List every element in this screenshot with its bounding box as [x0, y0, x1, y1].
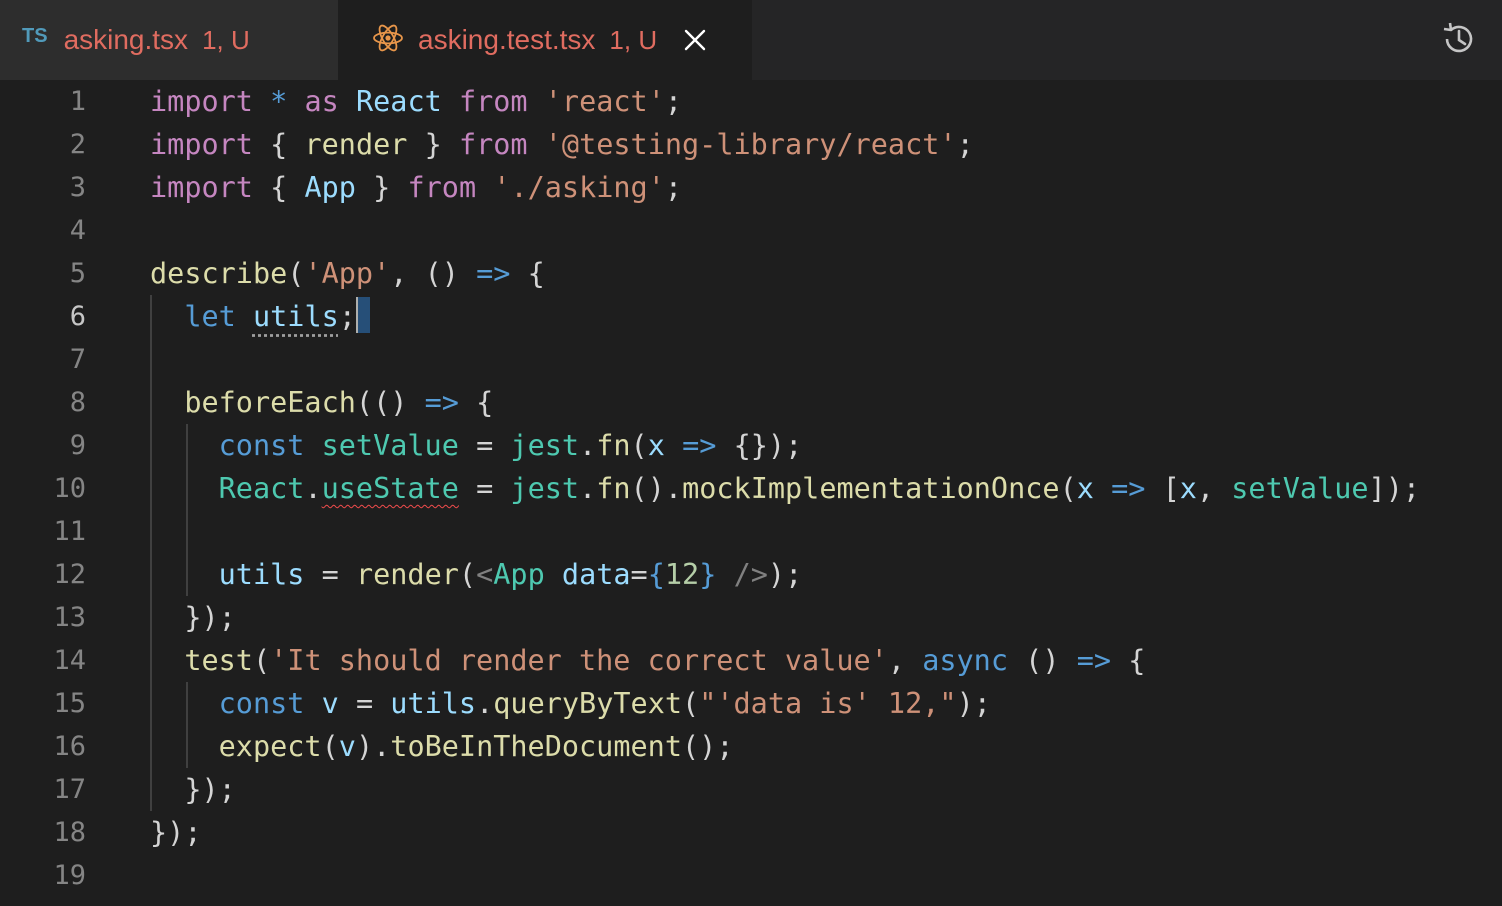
- line-number: 5: [69, 258, 86, 289]
- line-number-active: 6: [69, 301, 86, 332]
- code-line[interactable]: import { render } from '@testing-library…: [150, 123, 1490, 166]
- code-line-active[interactable]: let utils;: [150, 295, 1490, 338]
- line-number: 16: [53, 731, 86, 762]
- code-line[interactable]: });: [150, 768, 1490, 811]
- code-line[interactable]: });: [150, 596, 1490, 639]
- code-line[interactable]: test('It should render the correct value…: [150, 639, 1490, 682]
- code-line[interactable]: });: [150, 811, 1490, 854]
- code-line[interactable]: [150, 338, 1490, 381]
- code-line[interactable]: import * as React from 'react';: [150, 80, 1490, 123]
- line-number: 14: [53, 645, 86, 676]
- tab-bar: TS asking.tsx 1, U asking.test.tsx 1, U: [0, 0, 1502, 80]
- line-number: 1: [69, 86, 86, 117]
- code-line[interactable]: expect(v).toBeInTheDocument();: [150, 725, 1490, 768]
- line-number: 13: [53, 602, 86, 633]
- code-line[interactable]: describe('App', () => {: [150, 252, 1490, 295]
- tab-badge: 1, U: [202, 24, 250, 55]
- line-number: 4: [69, 215, 86, 246]
- tab-label: asking.test.tsx: [418, 24, 596, 55]
- code-line[interactable]: utils = render(<App data={12} />);: [150, 553, 1490, 596]
- code-line[interactable]: [150, 209, 1490, 252]
- tab-asking-tsx[interactable]: TS asking.tsx 1, U: [0, 0, 338, 80]
- code-line[interactable]: beforeEach(() => {: [150, 381, 1490, 424]
- history-icon[interactable]: [1440, 20, 1478, 58]
- typescript-icon: TS: [22, 24, 48, 47]
- tab-asking-test-tsx[interactable]: asking.test.tsx 1, U: [338, 0, 752, 80]
- code-editor[interactable]: 1 2 3 4 5 6 7 8 9 10 11 12 13 14 15 16 1…: [0, 80, 1502, 906]
- tab-badge: 1, U: [609, 24, 658, 55]
- line-number: 12: [53, 559, 86, 590]
- close-icon[interactable]: [683, 28, 707, 52]
- tab-label: asking.tsx: [63, 24, 189, 55]
- line-number: 18: [53, 817, 86, 848]
- line-number: 15: [53, 688, 86, 719]
- code-line[interactable]: [150, 854, 1490, 897]
- line-number: 19: [53, 860, 86, 891]
- line-number: 9: [69, 430, 86, 461]
- line-number: 2: [69, 129, 86, 160]
- line-number: 8: [69, 387, 86, 418]
- code-line[interactable]: const v = utils.queryByText("'data is' 1…: [150, 682, 1490, 725]
- line-number: 11: [53, 516, 86, 547]
- code-line[interactable]: import { App } from './asking';: [150, 166, 1490, 209]
- line-number: 10: [53, 473, 86, 504]
- line-number: 3: [69, 172, 86, 203]
- code-line[interactable]: const setValue = jest.fn(x => {});: [150, 424, 1490, 467]
- code-line[interactable]: React.useState = jest.fn().mockImplement…: [150, 467, 1490, 510]
- line-number: 17: [53, 774, 86, 805]
- react-icon: [373, 24, 403, 52]
- code-line[interactable]: [150, 510, 1490, 553]
- text-cursor: [355, 297, 370, 333]
- line-number: 7: [69, 344, 86, 375]
